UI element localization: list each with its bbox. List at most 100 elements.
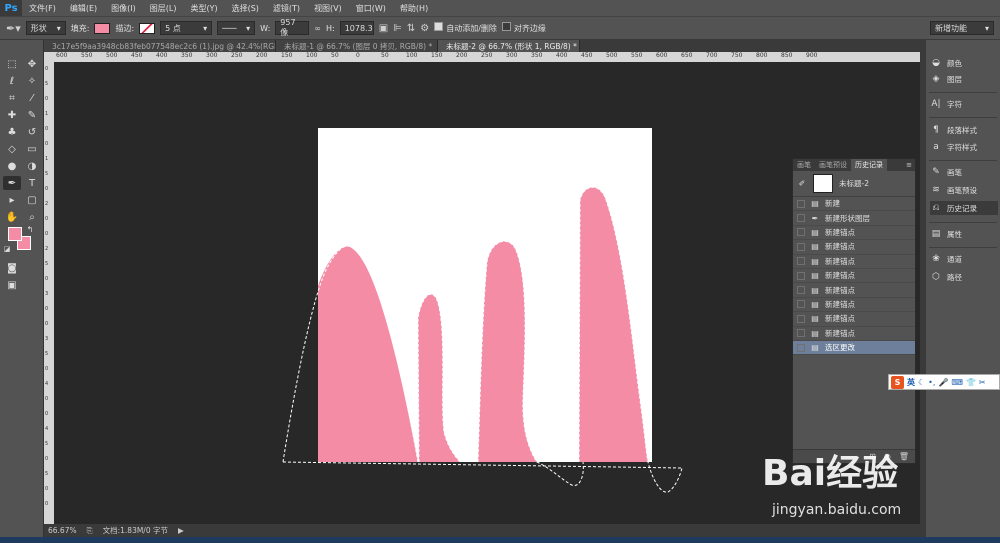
history-source-checkbox[interactable] <box>797 300 805 309</box>
blur-tool-icon[interactable]: ● <box>3 159 21 173</box>
keyboard-icon[interactable]: ⌨ <box>951 378 963 387</box>
history-source-checkbox[interactable] <box>797 271 805 280</box>
history-item[interactable]: ▤ 新建锚点 <box>793 312 915 327</box>
panel-menu-icon[interactable]: ≡ <box>906 161 912 169</box>
history-item[interactable]: ▤ 新建锚点 <box>793 240 915 255</box>
history-item[interactable]: ▤ 新建锚点 <box>793 298 915 313</box>
screen-mode-icon[interactable]: ▣ <box>3 278 21 292</box>
fill-swatch[interactable] <box>94 22 111 34</box>
shape-tool-icon[interactable]: ▢ <box>23 193 41 207</box>
pen-tool-preset-icon[interactable]: ✒▾ <box>6 22 21 35</box>
history-source-checkbox[interactable] <box>797 228 805 237</box>
history-item[interactable]: ✒ 新建形状图层 <box>793 211 915 226</box>
zoom-tool-icon[interactable]: ⌕ <box>23 210 41 224</box>
history-source-checkbox[interactable] <box>797 314 805 323</box>
gear-icon[interactable]: ⚙ <box>420 23 429 34</box>
history-source-checkbox[interactable] <box>797 257 805 266</box>
history-source-checkbox[interactable] <box>797 343 805 352</box>
menu-window[interactable]: 窗口(W) <box>349 3 393 14</box>
menu-view[interactable]: 视图(V) <box>307 3 349 14</box>
type-tool-icon[interactable]: T <box>23 176 41 190</box>
dock-properties[interactable]: ▤ 属性 <box>930 227 962 241</box>
dock-paragraph-styles[interactable]: ¶ 段落样式 <box>930 123 977 137</box>
history-source-checkbox[interactable] <box>797 199 805 208</box>
history-item[interactable]: ▤ 新建锚点 <box>793 226 915 241</box>
stroke-swatch[interactable] <box>139 22 156 34</box>
height-field[interactable]: 1078.3 <box>339 21 374 35</box>
default-colors-icon[interactable]: ◪ <box>2 244 12 254</box>
link-icon[interactable]: ∞ <box>314 24 321 33</box>
width-field[interactable]: 957 像 <box>275 18 310 37</box>
clone-stamp-tool-icon[interactable]: ♣ <box>3 125 21 139</box>
dock-brush[interactable]: ✎ 画笔 <box>930 165 962 179</box>
workspace-select[interactable]: 新增功能 ▾ <box>930 21 994 35</box>
tab-document-2[interactable]: 未标题-1 @ 66.7% (图层 0 拷贝, RGB/8) * <box>276 40 438 52</box>
pen-tool-icon[interactable]: ✒ <box>3 176 21 190</box>
lasso-tool-icon[interactable]: ℓ <box>3 74 21 88</box>
dock-brush-presets[interactable]: ≋ 画笔预设 <box>930 183 977 197</box>
hand-tool-icon[interactable]: ✋ <box>3 210 21 224</box>
gradient-tool-icon[interactable]: ▭ <box>23 142 41 156</box>
healing-brush-tool-icon[interactable]: ✚ <box>3 108 21 122</box>
brush-tool-icon[interactable]: ✎ <box>23 108 41 122</box>
dock-character[interactable]: A| 字符 <box>930 97 962 111</box>
document-canvas[interactable] <box>318 128 652 462</box>
history-item[interactable]: ▤ 新建锚点 <box>793 255 915 269</box>
dock-paths[interactable]: ⬡ 路径 <box>930 270 962 284</box>
dock-history[interactable]: ⎌ 历史记录 <box>930 201 998 215</box>
ime-language[interactable]: 英 <box>907 377 915 388</box>
history-item[interactable]: ▤ 新建锚点 <box>793 283 915 298</box>
eraser-tool-icon[interactable]: ◇ <box>3 142 21 156</box>
history-source-checkbox[interactable] <box>797 242 805 251</box>
eyedropper-tool-icon[interactable]: ⁄ <box>23 91 41 105</box>
history-source-checkbox[interactable] <box>797 286 805 295</box>
menu-layer[interactable]: 图层(L) <box>143 3 184 14</box>
menu-select[interactable]: 选择(S) <box>225 3 266 14</box>
tab-document-1[interactable]: 3c17e5f9aa3948cb83feb077548ec2c6 (1).jpg… <box>44 40 276 52</box>
stroke-type-select[interactable]: ─── ▾ <box>217 21 256 35</box>
history-item[interactable]: ▤ 新建锚点 <box>793 269 915 284</box>
punctuation-icon[interactable]: •, <box>928 378 935 387</box>
history-snapshot[interactable]: ✐ 未标题-2 <box>793 171 915 197</box>
dock-layers[interactable]: ◈ 图层 <box>930 72 962 86</box>
export-icon[interactable]: ⎘ <box>87 526 93 536</box>
tab-history[interactable]: 历史记录 <box>851 159 887 171</box>
menu-filter[interactable]: 滤镜(T) <box>266 3 307 14</box>
dock-channels[interactable]: ❀ 通道 <box>930 252 962 266</box>
menu-image[interactable]: 图像(I) <box>104 3 143 14</box>
move-tool-icon[interactable]: ✥ <box>23 57 41 71</box>
zoom-level[interactable]: 66.67% <box>48 526 77 535</box>
crop-tool-icon[interactable]: ⌗ <box>3 91 21 105</box>
auto-add-delete-checkbox[interactable]: 自动添加/删除 <box>434 22 497 34</box>
quick-mask-icon[interactable]: ◙ <box>3 261 21 275</box>
history-brush-source-icon[interactable]: ✐ <box>797 179 807 188</box>
moon-icon[interactable]: ☾ <box>918 378 925 387</box>
dock-color[interactable]: ◒ 颜色 <box>930 56 962 70</box>
marquee-tool-icon[interactable]: ⬚ <box>3 57 21 71</box>
skin-icon[interactable]: 👕 <box>966 378 976 387</box>
dock-character-styles[interactable]: a 字符样式 <box>930 140 977 154</box>
path-alignment-icon[interactable]: ⊫ <box>393 23 402 34</box>
menu-type[interactable]: 类型(Y) <box>183 3 224 14</box>
history-item[interactable]: ▤ 新建锚点 <box>793 327 915 341</box>
magic-wand-tool-icon[interactable]: ✧ <box>23 74 41 88</box>
microphone-icon[interactable]: 🎤 <box>938 378 948 387</box>
tools-icon[interactable]: ✂ <box>979 378 986 387</box>
path-arrangement-icon[interactable]: ⇅ <box>407 23 415 34</box>
swap-colors-icon[interactable]: ↰ <box>25 224 35 234</box>
history-item[interactable]: ▤ 新建 <box>793 197 915 212</box>
mode-select[interactable]: 形状 ▾ <box>25 21 66 35</box>
history-brush-tool-icon[interactable]: ↺ <box>23 125 41 139</box>
tab-brush-presets[interactable]: 画笔预设 <box>815 160 851 170</box>
path-operations-icon[interactable]: ▣ <box>379 23 388 34</box>
dodge-tool-icon[interactable]: ◑ <box>23 159 41 173</box>
menu-edit[interactable]: 编辑(E) <box>63 3 104 14</box>
history-item[interactable]: ▤ 选区更改 <box>793 340 915 356</box>
tab-brush[interactable]: 画笔 <box>793 160 815 170</box>
sogou-logo-icon[interactable]: S <box>891 375 904 389</box>
history-source-checkbox[interactable] <box>797 329 805 338</box>
menu-help[interactable]: 帮助(H) <box>393 3 435 14</box>
history-source-checkbox[interactable] <box>797 214 805 223</box>
menu-file[interactable]: 文件(F) <box>22 3 63 14</box>
tab-document-3[interactable]: 未标题-2 @ 66.7% (形状 1, RGB/8) * <box>438 40 580 52</box>
